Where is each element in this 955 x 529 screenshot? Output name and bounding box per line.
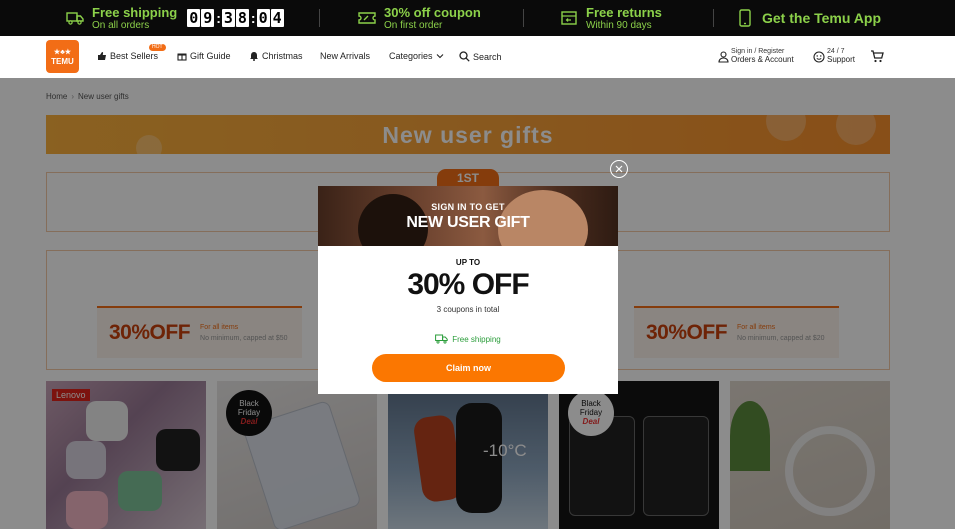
nav-best-sellers-label: Best Sellers: [110, 51, 159, 61]
timer-digit: 0: [187, 9, 201, 27]
temu-logo[interactable]: ★♣★ TEMU: [46, 40, 79, 73]
modal-hero-title: NEW USER GIFT: [406, 214, 530, 231]
countdown-timer: 0 9 : 3 8 : 0 4: [187, 9, 284, 27]
thumbs-up-icon: [98, 52, 106, 60]
logo-text: TEMU: [51, 57, 74, 66]
promo-bar: Free shipping On all orders 0 9 : 3 8 : …: [0, 0, 955, 36]
free-shipping-sub: On all orders: [92, 19, 150, 31]
main-nav: ★♣★ TEMU Best Sellers HOT Gift Guide Chr…: [0, 36, 955, 78]
new-user-gift-modal: SIGN IN TO GET NEW USER GIFT UP TO 30% O…: [318, 186, 618, 394]
user-icon: [718, 50, 729, 63]
modal-discount: 30% OFF: [407, 268, 529, 301]
gift-icon: [177, 53, 187, 61]
modal-upto-label: UP TO: [455, 258, 481, 267]
timer-digit: 8: [235, 9, 249, 27]
coupon-promo[interactable]: 30% off coupon On first order: [358, 0, 481, 36]
coupon-promo-sub: On first order: [384, 19, 443, 31]
cart-icon[interactable]: [870, 50, 884, 68]
returns-promo-title: Free returns: [586, 4, 662, 20]
ticket-icon: [358, 10, 376, 26]
get-app-promo[interactable]: Get the Temu App: [736, 0, 881, 36]
timer-colon: :: [216, 10, 221, 26]
nav-new-arrivals-label: New Arrivals: [320, 51, 371, 61]
account-menu[interactable]: Sign in / Register Orders & Account: [718, 48, 794, 65]
hot-badge: HOT: [149, 44, 166, 51]
nav-new-arrivals[interactable]: New Arrivals: [320, 51, 370, 61]
modal-hero-image: SIGN IN TO GET NEW USER GIFT: [318, 186, 618, 246]
account-line2: Orders & Account: [731, 55, 794, 64]
coupon-promo-title: 30% off coupon: [384, 4, 481, 20]
nav-gift-guide-label: Gift Guide: [190, 51, 231, 61]
timer-digit: 9: [201, 9, 215, 27]
truck-icon: [66, 10, 84, 26]
divider: [319, 9, 320, 27]
get-app-title: Get the Temu App: [762, 10, 881, 26]
timer-colon: :: [250, 10, 256, 26]
free-shipping-promo[interactable]: Free shipping On all orders 0 9 : 3 8 : …: [66, 0, 285, 36]
free-shipping-title: Free shipping: [92, 4, 178, 20]
modal-hero-subtitle: SIGN IN TO GET: [431, 202, 505, 212]
timer-digit: 0: [256, 9, 270, 27]
returns-promo[interactable]: Free returns Within 90 days: [560, 0, 662, 36]
support-menu[interactable]: 24 / 7 Support: [813, 48, 855, 65]
nav-best-sellers[interactable]: Best Sellers: [97, 51, 158, 61]
claim-now-button[interactable]: Claim now: [372, 354, 565, 382]
nav-categories-label: Categories: [389, 51, 433, 61]
nav-categories[interactable]: Categories: [389, 51, 447, 61]
return-box-icon: [560, 10, 578, 26]
nav-christmas-label: Christmas: [262, 51, 303, 61]
nav-gift-guide[interactable]: Gift Guide: [177, 51, 231, 61]
bell-icon: [250, 52, 258, 61]
truck-icon: [435, 334, 448, 344]
logo-glyphs: ★♣★: [53, 49, 72, 56]
modal-coupon-count: 3 coupons in total: [436, 305, 500, 314]
timer-digit: 3: [221, 9, 235, 27]
chevron-down-icon: [436, 54, 443, 59]
divider: [713, 9, 714, 27]
nav-search[interactable]: Search: [459, 51, 502, 62]
search-icon: [459, 51, 470, 62]
modal-free-shipping: Free shipping: [318, 334, 618, 344]
support-line2: Support: [827, 55, 856, 64]
phone-icon: [736, 9, 754, 27]
nav-christmas[interactable]: Christmas: [249, 51, 303, 61]
smiley-icon: [813, 50, 825, 63]
close-button[interactable]: [610, 160, 628, 178]
close-icon: [615, 165, 623, 173]
nav-search-label: Search: [473, 51, 502, 62]
free-shipping-label: Free shipping: [452, 334, 501, 344]
returns-promo-sub: Within 90 days: [586, 19, 652, 31]
timer-digit: 4: [270, 9, 284, 27]
divider: [523, 9, 524, 27]
